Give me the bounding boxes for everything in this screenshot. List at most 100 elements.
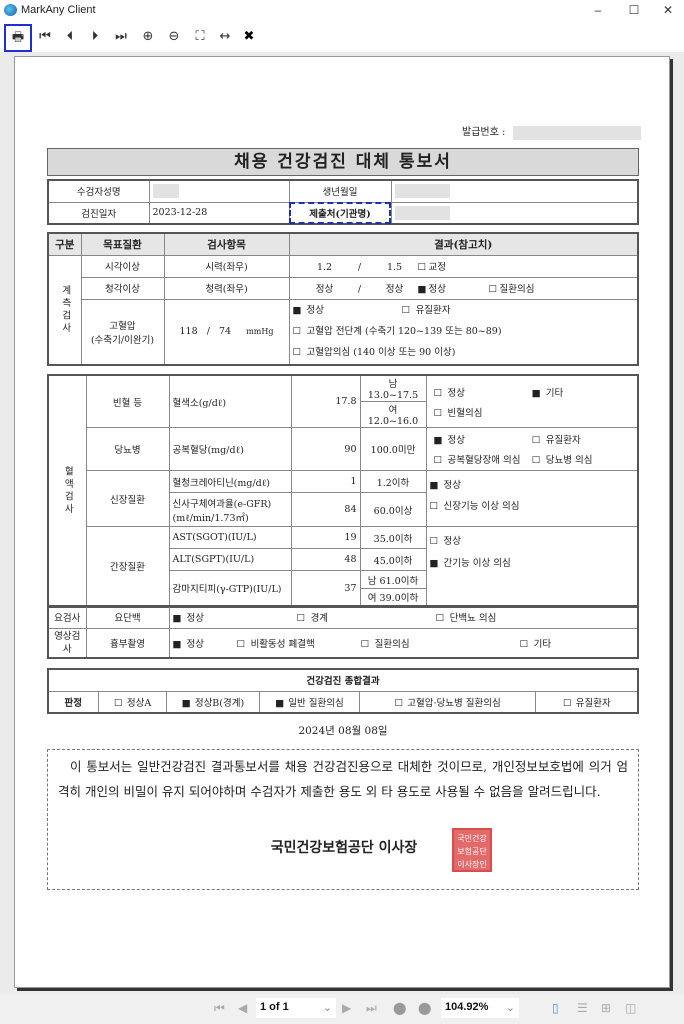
examinee-info-table: 수검자성명 생년월일 검진일자 2023-12-28 제출처(기관명) — [47, 179, 639, 225]
judgement-option: ■ 정상B(경계) — [165, 690, 260, 714]
next-page-icon[interactable]: ▶ — [342, 1001, 351, 1015]
anemia-disease: 빈혈 등 — [85, 374, 170, 428]
organization-redacted — [394, 205, 450, 220]
signer-name: 국민건강보험공단 이사장 — [270, 840, 418, 856]
status-bar: ⏮ ◀ 1 of 1 ⌄ ▶ ⏭ ⬤ ⬤ 104.92% ⌄ ▯ ☰ ⊞ ◫ — [0, 994, 684, 1024]
issue-date: 2024년 08월 08일 — [298, 725, 388, 737]
issue-number: 발급번호 : — [462, 123, 641, 140]
checked-box-icon: ■ — [275, 697, 285, 709]
issue-number-label: 발급번호 : — [462, 127, 506, 138]
organization-label: 제출처(기관명) — [288, 201, 392, 225]
birth-label: 생년월일 — [288, 179, 392, 203]
page-selector[interactable]: 1 of 1 ⌄ — [256, 998, 336, 1018]
unchecked-box-icon: ☐ — [394, 697, 404, 709]
fit-page-button[interactable]: ⛶ — [189, 26, 211, 48]
ggt-ref-female: 여 39.0이하 — [359, 588, 427, 607]
liver-disease: 간장질환 — [85, 526, 170, 607]
first-page-icon[interactable]: ⏮ — [214, 1001, 225, 1016]
xray-item: 흉부촬영 — [85, 627, 170, 659]
vision-disease: 시각이상 — [80, 254, 165, 278]
title-bar: MarkAny Client – ☐ ✕ — [0, 0, 684, 21]
header-result: 결과(참고치) — [288, 232, 639, 256]
unchecked-box-icon: ☐ — [433, 407, 443, 419]
ast-item: AST(SGOT)(IU/L) — [168, 526, 292, 549]
print-button[interactable]: 🖶 — [4, 24, 32, 52]
checkbox: ☐ — [401, 305, 411, 317]
vision-result: 1.2/1.5 ☐ 교정 — [288, 254, 639, 278]
creatinine-ref: 1.2이하 — [359, 470, 427, 493]
blood-test-table: 혈액검사 빈혈 등 혈색소(g/dℓ) 17.8 남 13.0~17.5 ☐ 정상 ■ … — [47, 374, 639, 608]
urine-result: ■ 정상 ☐ 경계 ☐ 단백뇨 의심 — [168, 605, 639, 629]
close-document-button[interactable]: ✖ — [238, 26, 260, 48]
unchecked-box-icon: ☐ — [433, 387, 443, 399]
maximize-button[interactable]: ☐ — [622, 2, 646, 18]
checked-box-icon: ■ — [181, 697, 191, 709]
next-page-button[interactable]: ⏵ — [84, 26, 106, 48]
checkbox: ☐ — [417, 262, 427, 273]
last-page-button[interactable]: ⏭ — [110, 26, 132, 48]
minimize-button[interactable]: – — [586, 2, 610, 18]
zoom-selector[interactable]: 104.92% ⌄ — [441, 998, 519, 1018]
last-page-icon[interactable]: ⏭ — [366, 1001, 377, 1016]
overall-result-table: 건강검진 종합결과 판정 ☐ 정상A ■ 정상B(경계) ■ 일반 질환의심 ☐… — [47, 668, 639, 714]
zoom-in-button[interactable]: ⊕ — [137, 26, 159, 48]
liver-result: ☐ 정상 ■ 간기능 이상 의심 — [425, 526, 639, 607]
xray-result: ■ 정상 ☐ 비활동성 폐결핵 ☐ 질환의심 ☐ 기타 — [168, 627, 639, 659]
egfr-ref: 60.0이상 — [359, 492, 427, 527]
bp-disease: 고혈압 (수축기/이완기) — [80, 298, 165, 366]
diabetes-ref: 100.0미만 — [359, 427, 427, 471]
grid-view-icon[interactable]: ⊞ — [601, 1001, 611, 1015]
creatinine-value: 1 — [290, 470, 361, 493]
ast-ref: 35.0이하 — [359, 526, 427, 549]
prev-page-button[interactable]: ⏴ — [59, 26, 81, 48]
back-icon[interactable]: ⬤ — [393, 1001, 406, 1015]
checked-box-icon: ■ — [429, 558, 439, 569]
diabetes-item: 공복혈당(mg/dℓ) — [168, 427, 292, 471]
first-page-button[interactable]: ⏮ — [34, 26, 56, 48]
document-viewer[interactable]: 발급번호 : 채용 건강검진 대체 통보서 수검자성명 생년월일 검진일자 2023… — [0, 52, 684, 994]
fit-width-button[interactable]: ↔ — [214, 26, 236, 48]
anemia-ref-female: 여 12.0~16.0 — [359, 401, 427, 428]
unchecked-box-icon: ☐ — [519, 638, 529, 650]
diabetes-disease: 당뇨병 — [85, 427, 170, 471]
exam-date-value: 2023-12-28 — [148, 201, 290, 225]
judgement-option: ☐ 정상A — [97, 690, 167, 714]
name-label: 수검자성명 — [47, 179, 150, 203]
unchecked-box-icon: ☐ — [429, 501, 439, 512]
measurement-table: 구분 목표질환 검사항목 결과(참고치) 계측검사 시각이상 시력(좌우) 1.2/1.… — [47, 232, 639, 366]
category-measurement: 계측검사 — [47, 254, 82, 366]
zoom-out-button[interactable]: ⊖ — [163, 26, 185, 48]
single-page-view-icon[interactable]: ▯ — [552, 1001, 559, 1015]
document-page: 발급번호 : 채용 건강검진 대체 통보서 수검자성명 생년월일 검진일자 2023… — [14, 56, 670, 988]
birth-redacted — [394, 184, 450, 199]
ast-value: 19 — [290, 526, 361, 549]
bp-result: ■ 정상 ☐ 유질환자 ☐ 고혈압 전단계 (수축기 120~139 또는 80~… — [288, 298, 639, 366]
vision-item: 시력(좌우) — [163, 254, 290, 278]
bp-value: 118 / 74 mmHg — [163, 298, 290, 366]
checkbox: ■ — [417, 284, 427, 295]
anemia-result: ☐ 정상 ■ 기타 ☐ 빈혈의심 — [425, 374, 639, 428]
forward-icon[interactable]: ⬤ — [418, 1001, 431, 1015]
document-title: 채용 건강검진 대체 통보서 — [47, 148, 639, 176]
checked-box-icon: ■ — [172, 638, 182, 650]
unchecked-box-icon: ☐ — [429, 536, 439, 547]
continuous-view-icon[interactable]: ☰ — [577, 1001, 588, 1015]
unchecked-box-icon: ☐ — [360, 638, 370, 650]
unchecked-box-icon: ☐ — [114, 697, 123, 709]
exam-date-label: 검진일자 — [47, 201, 150, 225]
two-page-view-icon[interactable]: ◫ — [625, 1001, 636, 1015]
diabetes-value: 90 — [290, 427, 361, 471]
anemia-value: 17.8 — [290, 374, 361, 428]
anemia-item: 혈색소(g/dℓ) — [168, 374, 292, 428]
close-button[interactable]: ✕ — [656, 2, 680, 18]
judgement-option: ■ 일반 질환의심 — [258, 690, 360, 714]
alt-item: ALT(SGPT)(IU/L) — [168, 548, 292, 571]
notice-text: 이 통보서는 일반건강검진 결과통보서를 채용 건강검진용으로 대체한 것이므로… — [58, 759, 628, 799]
hearing-item: 청력(좌우) — [163, 276, 290, 300]
checked-box-icon: ■ — [429, 480, 439, 491]
checked-box-icon: ■ — [531, 387, 541, 399]
category-blood: 혈액검사 — [47, 374, 87, 607]
urine-category: 요검사 — [47, 605, 87, 629]
prev-page-icon[interactable]: ◀ — [238, 1001, 247, 1015]
anemia-ref-male: 남 13.0~17.5 — [359, 374, 427, 402]
